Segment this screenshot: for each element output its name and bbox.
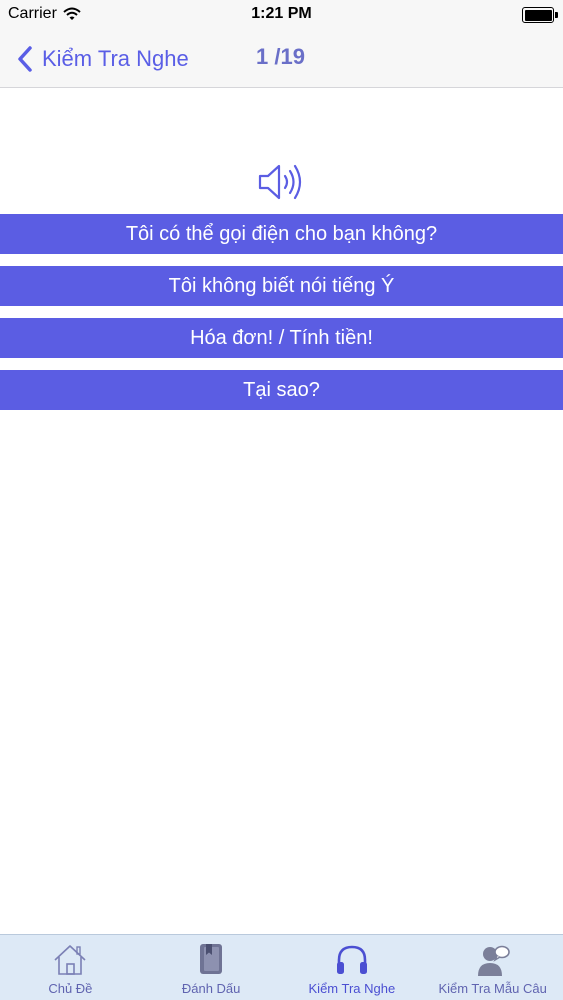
answer-option-2[interactable]: Tôi không biết nói tiếng Ý: [0, 266, 563, 306]
question-progress: 1 /19: [256, 44, 305, 69]
status-bar: Carrier 1:21 PM: [0, 0, 563, 30]
answer-options: Tôi có thể gọi điện cho bạn không? Tôi k…: [0, 214, 563, 422]
tab-label: Đánh Dấu: [181, 981, 241, 996]
bookmark-book-icon: [200, 944, 223, 974]
headphones-icon: [336, 945, 367, 974]
person-speech-icon: [477, 945, 510, 976]
status-time: 1:21 PM: [251, 5, 312, 22]
answer-option-1[interactable]: Tôi có thể gọi điện cho bạn không?: [0, 214, 563, 254]
answer-option-3[interactable]: Hóa đơn! / Tính tiền!: [0, 318, 563, 358]
tab-chu-de[interactable]: Chủ Đề: [0, 935, 141, 1000]
home-icon: [54, 945, 86, 975]
tab-bar: Chủ Đề Đánh Dấu Kiểm Tra Nghe Kiểm Tra M…: [0, 934, 563, 1000]
speaker-icon[interactable]: [257, 160, 305, 204]
answer-option-4[interactable]: Tại sao?: [0, 370, 563, 410]
tab-label: Kiểm Tra Mẫu Câu: [438, 981, 547, 996]
navigation-bar: Kiểm Tra Nghe 1 /19: [0, 30, 563, 88]
tab-kiem-tra-nghe[interactable]: Kiểm Tra Nghe: [282, 935, 423, 1000]
tab-label: Kiểm Tra Nghe: [308, 981, 396, 996]
back-button-label: Kiểm Tra Nghe: [42, 46, 189, 71]
chevron-left-icon: [18, 46, 32, 72]
battery-icon: [522, 7, 554, 23]
tab-danh-dau[interactable]: Đánh Dấu: [141, 935, 282, 1000]
tab-label: Chủ Đề: [48, 981, 93, 996]
tab-kiem-tra-mau-cau[interactable]: Kiểm Tra Mẫu Câu: [422, 935, 563, 1000]
back-button[interactable]: Kiểm Tra Nghe: [14, 42, 189, 76]
battery-tip: [555, 12, 558, 18]
